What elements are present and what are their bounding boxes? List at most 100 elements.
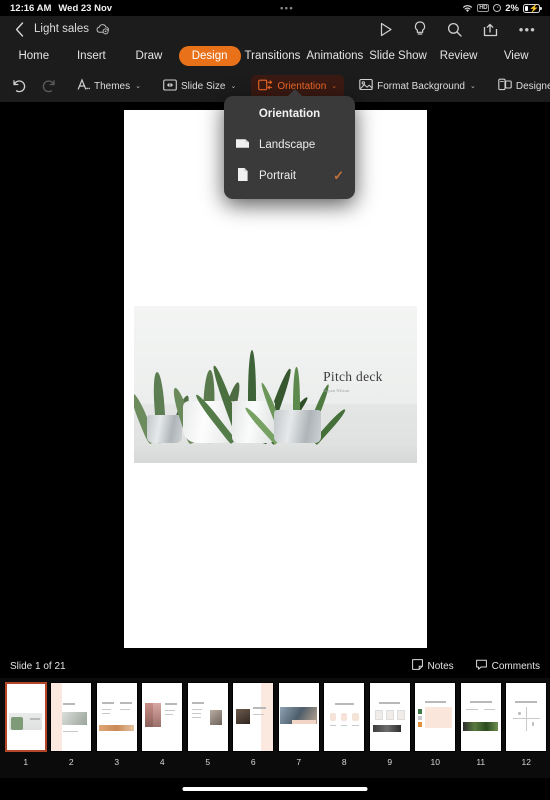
thumbnail-cell-2: 2	[49, 682, 95, 767]
slide-thumbnail[interactable]	[186, 682, 229, 752]
themes-icon	[77, 78, 90, 94]
orientation-lock-icon: ◔	[493, 4, 502, 12]
thumbnail-number: 11	[476, 757, 486, 767]
tab-animations[interactable]: Animations	[304, 46, 365, 66]
thumbnail-number: 5	[205, 757, 211, 767]
slide-thumbnail[interactable]	[232, 682, 275, 752]
thumbnail-cell-3: 3	[94, 682, 140, 767]
status-bar-center: •••	[112, 3, 462, 13]
menu-item-portrait-label: Portrait	[259, 169, 297, 182]
wifi-icon	[462, 4, 473, 13]
tab-slide-show[interactable]: Slide Show	[367, 46, 429, 66]
thumbnail-cell-11: 11	[458, 682, 504, 767]
themes-label: Themes	[94, 80, 131, 92]
menu-item-landscape-label: Landscape	[259, 138, 316, 151]
orientation-dropdown-menu: Orientation Landscape Portrait ✓	[224, 96, 355, 199]
thumbnail-number: 6	[250, 757, 256, 767]
search-icon[interactable]	[447, 22, 462, 37]
menu-item-portrait[interactable]: Portrait ✓	[224, 160, 355, 191]
battery-charging-icon: ⚡	[523, 3, 542, 13]
menu-item-landscape[interactable]: Landscape	[224, 129, 355, 160]
tab-insert[interactable]: Insert	[64, 46, 120, 66]
slide-thumbnail[interactable]	[50, 682, 93, 752]
status-bar-left: 12:16 AM Wed 23 Nov	[10, 3, 112, 14]
thumbnail-number: 2	[68, 757, 74, 767]
format-background-button[interactable]: Format Background ⌄	[352, 74, 483, 98]
lightbulb-icon[interactable]	[414, 21, 426, 37]
slide-thumbnail[interactable]	[414, 682, 457, 752]
orientation-icon	[258, 79, 273, 94]
ellipsis-icon[interactable]: •••	[519, 22, 536, 37]
chevron-down-icon: ⌄	[469, 83, 476, 90]
tab-transitions[interactable]: Transitions	[243, 46, 303, 66]
chevron-down-icon: ⌄	[135, 83, 141, 90]
ios-status-bar: 12:16 AM Wed 23 Nov ••• HD ◔ 2% ⚡	[0, 0, 550, 16]
slide-thumbnail[interactable]	[141, 682, 184, 752]
tab-view[interactable]: View	[488, 46, 544, 66]
slide-size-label: Slide Size	[181, 80, 226, 92]
plant-4	[243, 345, 348, 445]
comments-button[interactable]: Comments	[475, 659, 540, 673]
status-center-dots: •••	[280, 3, 295, 13]
thumbnail-cell-7: 7	[276, 682, 322, 767]
document-portrait-icon	[235, 167, 250, 185]
document-title[interactable]: Light sales	[34, 23, 89, 35]
slide-size-button[interactable]: Slide Size ⌄	[156, 75, 243, 98]
notes-button[interactable]: Notes	[411, 659, 454, 673]
app-header: Light sales •••	[0, 16, 550, 42]
tab-design[interactable]: Design	[178, 46, 241, 66]
redo-button[interactable]	[34, 75, 62, 97]
slide-thumbnail[interactable]	[368, 682, 411, 752]
orientation-menu-title: Orientation	[258, 108, 321, 120]
home-indicator[interactable]	[182, 787, 368, 791]
menu-caret	[287, 89, 303, 97]
slide-title[interactable]: Pitch deck	[323, 369, 383, 385]
document-landscape-icon	[235, 137, 250, 153]
status-time: 12:16 AM	[10, 2, 52, 14]
hd-badge-icon: HD	[477, 4, 490, 12]
thumbnail-cell-5: 5	[185, 682, 231, 767]
slide-thumbnail[interactable]	[505, 682, 548, 752]
tab-home[interactable]: Home	[6, 46, 62, 66]
notes-icon	[411, 659, 423, 673]
tab-review[interactable]: Review	[431, 46, 487, 66]
ribbon-tabs: Home Insert Draw Design Transitions Anim…	[0, 42, 550, 70]
status-bar-right: HD ◔ 2% ⚡	[462, 2, 542, 14]
bottom-status-bar: Slide 1 of 21 Notes Comments	[0, 654, 550, 678]
thumbnail-number: 9	[387, 757, 393, 767]
thumbnail-cell-12: 12	[504, 682, 550, 767]
format-background-label: Format Background	[377, 80, 465, 92]
thumbnail-cell-8: 8	[322, 682, 368, 767]
thumbnail-cell-4: 4	[140, 682, 186, 767]
slide-thumbnail[interactable]	[459, 682, 502, 752]
themes-button[interactable]: Themes ⌄	[70, 74, 148, 98]
slide-thumbnail-strip[interactable]: 1 2 3 4 5 6 7 8 9 10 11 12	[0, 678, 550, 778]
slide-thumbnail[interactable]	[95, 682, 138, 752]
share-icon[interactable]	[483, 22, 498, 37]
slide-counter: Slide 1 of 21	[10, 660, 66, 672]
designer-label: Designer	[515, 80, 550, 92]
thumbnail-number: 7	[296, 757, 302, 767]
play-icon[interactable]	[379, 22, 393, 37]
thumbnail-number: 8	[341, 757, 347, 767]
portrait-check-icon: ✓	[333, 167, 344, 183]
designer-button[interactable]: Designer	[491, 74, 550, 98]
back-button[interactable]	[8, 21, 30, 37]
cloud-sync-icon	[95, 23, 110, 35]
tab-draw[interactable]: Draw	[121, 46, 177, 66]
comments-icon	[475, 659, 487, 673]
slide-photo[interactable]: Pitch deck Bryan Nilson	[133, 306, 417, 463]
slide-thumbnail[interactable]	[4, 682, 47, 752]
thumbnail-cell-9: 9	[367, 682, 413, 767]
notes-label: Notes	[427, 660, 454, 672]
slide-thumbnail[interactable]	[323, 682, 366, 752]
undo-button[interactable]	[6, 75, 34, 97]
battery-percent: 2%	[505, 2, 519, 14]
thumbnail-cell-6: 6	[231, 682, 277, 767]
thumbnail-number: 4	[159, 757, 165, 767]
designer-icon	[498, 78, 512, 94]
format-background-icon	[359, 78, 373, 94]
thumbnail-number: 12	[521, 757, 531, 767]
slide-thumbnail[interactable]	[277, 682, 320, 752]
slide-subtitle[interactable]: Bryan Nilson	[323, 388, 350, 393]
